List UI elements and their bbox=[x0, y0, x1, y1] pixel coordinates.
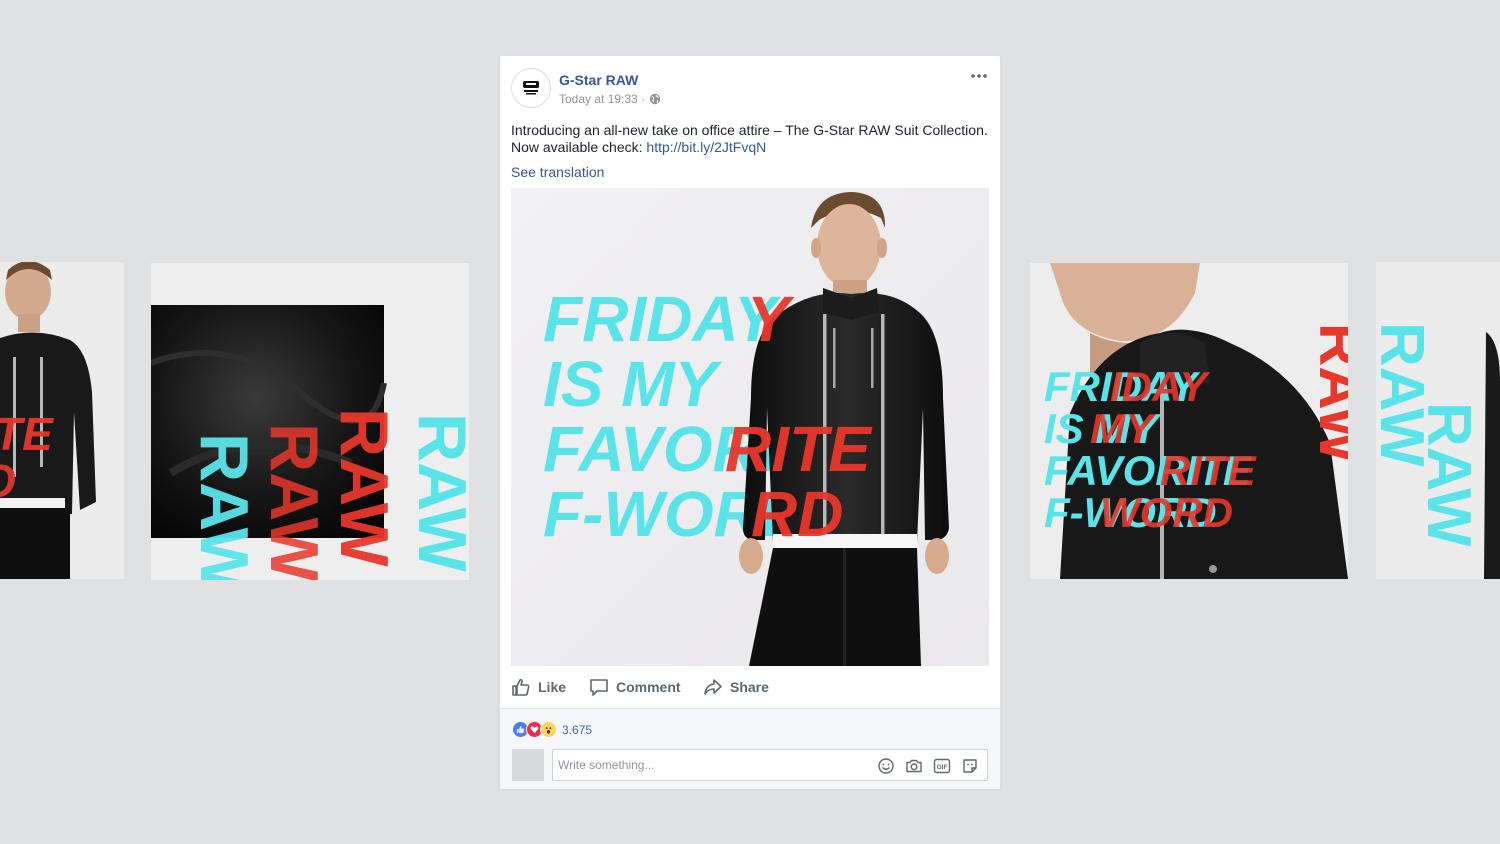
svg-text:RITE: RITE bbox=[1160, 447, 1258, 494]
closeup-tile-raw-text: RAW bbox=[1307, 323, 1348, 463]
page-name-link[interactable]: G-Star RAW bbox=[559, 72, 638, 88]
wow-icon bbox=[540, 721, 557, 738]
svg-text:MY: MY bbox=[1090, 405, 1157, 452]
current-user-avatar bbox=[512, 749, 544, 781]
left-tile-text: TE bbox=[0, 408, 54, 460]
leather-tile-raw-text: RAW bbox=[326, 408, 402, 567]
share-button[interactable]: Share bbox=[703, 677, 769, 697]
svg-text:Y: Y bbox=[747, 283, 795, 355]
emoji-icon[interactable] bbox=[877, 757, 895, 775]
like-button[interactable]: Like bbox=[511, 677, 566, 697]
share-label: Share bbox=[730, 679, 769, 695]
timestamp-text: Today at 19:33 · bbox=[559, 92, 646, 106]
svg-text:RAW: RAW bbox=[186, 433, 262, 580]
post-timestamp[interactable]: Today at 19:33 · bbox=[559, 92, 661, 106]
see-translation-link[interactable]: See translation bbox=[511, 164, 604, 180]
svg-text:IDAY: IDAY bbox=[1110, 363, 1211, 410]
comment-button[interactable]: Comment bbox=[589, 677, 681, 697]
reaction-count: 3.675 bbox=[562, 722, 593, 737]
facebook-post-card: G-Star RAW Today at 19:33 · Introducing … bbox=[499, 55, 1001, 789]
svg-text:WORD: WORD bbox=[1100, 489, 1233, 536]
svg-text:RAW: RAW bbox=[1414, 402, 1483, 547]
svg-text:RAW: RAW bbox=[256, 423, 332, 580]
post-body: Introducing an all-new take on office at… bbox=[511, 122, 991, 156]
camera-icon[interactable] bbox=[905, 757, 923, 775]
carousel-tile-right-partial[interactable]: RAW RAW bbox=[1376, 262, 1500, 579]
share-icon bbox=[704, 679, 722, 695]
comment-icon bbox=[590, 679, 608, 696]
gstar-logo-icon bbox=[523, 81, 539, 95]
headline-line-1: FRIDAY bbox=[543, 283, 782, 355]
page-avatar[interactable] bbox=[511, 68, 551, 108]
svg-text:RD: RD bbox=[751, 478, 843, 550]
comment-box[interactable]: GIF bbox=[552, 749, 988, 781]
thumbs-up-icon bbox=[512, 678, 530, 696]
post-image[interactable]: FRIDAY IS MY FAVORITE F-WORD Y RITE RD bbox=[511, 188, 989, 666]
comment-tools: GIF bbox=[877, 757, 979, 775]
carousel-tile-leather[interactable]: RAW RAW RAW RAW bbox=[151, 263, 469, 580]
post-actions: Like Comment Share bbox=[500, 669, 1000, 706]
gif-icon[interactable]: GIF bbox=[933, 757, 951, 775]
more-options-icon[interactable] bbox=[968, 66, 990, 82]
carousel-tile-closeup[interactable]: RAW FRIDAY IS MY FAVORITE F-WORD IDAY MY… bbox=[1030, 263, 1348, 579]
svg-text:RAW: RAW bbox=[404, 413, 469, 572]
globe-icon bbox=[649, 93, 661, 105]
post-footer: 3.675 GIF bbox=[500, 708, 1000, 789]
comment-label: Comment bbox=[616, 679, 681, 695]
sticker-icon[interactable] bbox=[961, 757, 979, 775]
reactions-summary[interactable]: 3.675 bbox=[512, 721, 592, 738]
svg-text:GIF: GIF bbox=[937, 764, 948, 771]
comment-input[interactable] bbox=[553, 750, 863, 780]
post-link[interactable]: http://bit.ly/2JtFvqN bbox=[646, 139, 766, 155]
svg-text:O: O bbox=[0, 455, 16, 507]
svg-text:RITE: RITE bbox=[725, 413, 873, 485]
headline-line-2: IS MY bbox=[543, 348, 723, 420]
carousel-tile-left-partial[interactable]: TE O bbox=[0, 262, 124, 579]
like-label: Like bbox=[538, 679, 567, 695]
